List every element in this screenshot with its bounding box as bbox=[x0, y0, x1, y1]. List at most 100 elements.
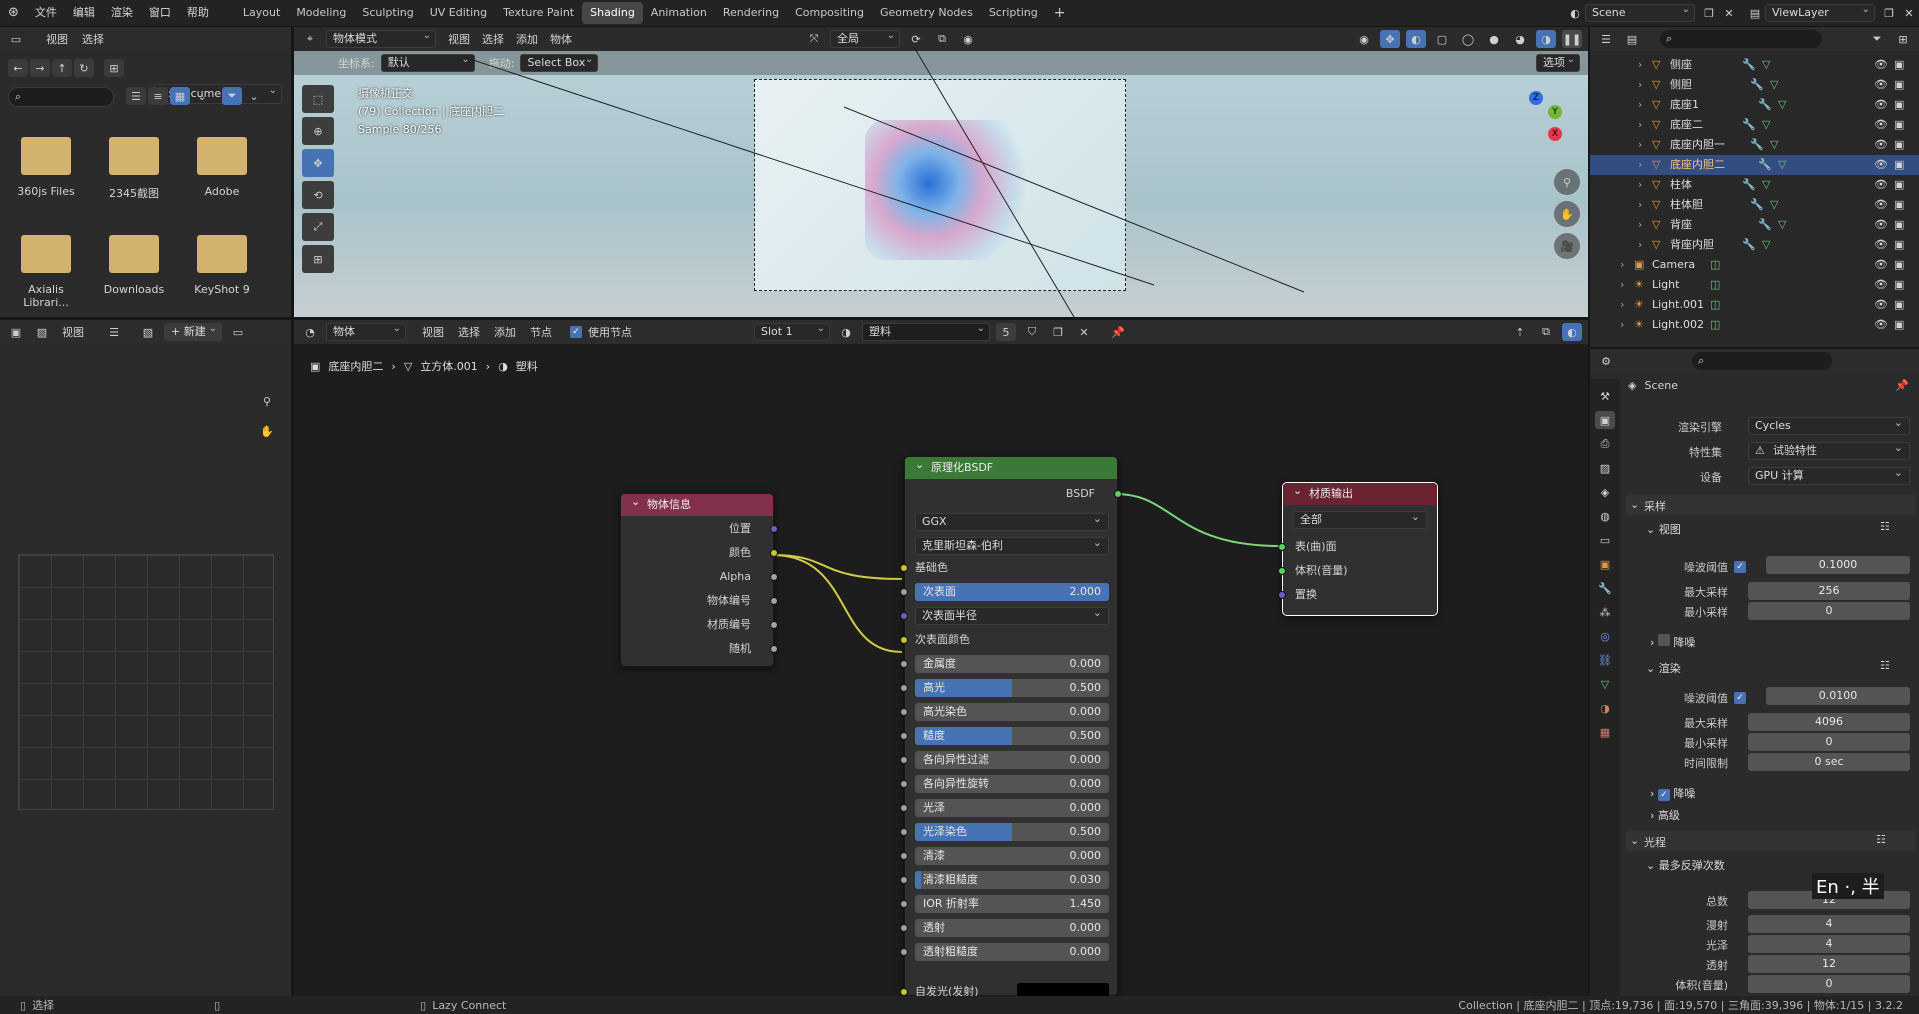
outliner-item[interactable]: › ▽ 底座内胆一 🔧 ▽ 👁 ▣ bbox=[1590, 135, 1919, 155]
base-color-socket[interactable] bbox=[900, 564, 908, 572]
outliner-item[interactable]: › ☀ Light.001 ◫ 👁 ▣ bbox=[1590, 295, 1919, 315]
file-item[interactable]: Adobe bbox=[182, 137, 262, 212]
expand-chevron-icon[interactable]: › bbox=[1638, 135, 1642, 155]
visibility-eye-icon[interactable]: 👁 bbox=[1874, 95, 1888, 115]
node-header[interactable]: 原理化BSDF bbox=[905, 454, 1117, 479]
material-output-node[interactable]: 材质输出 全部 表(曲)面 体积(音量) 置换 bbox=[1278, 480, 1438, 616]
bsdf-field[interactable]: 光泽 0.000 bbox=[915, 799, 1109, 817]
bsdf-field[interactable]: 光泽染色 0.500 bbox=[915, 823, 1109, 841]
render-camera-icon[interactable]: ▣ bbox=[1894, 75, 1904, 95]
transmission-field[interactable]: 12 bbox=[1748, 955, 1910, 973]
vp-noise-checkbox[interactable]: ✓ bbox=[1734, 561, 1746, 573]
outliner-item[interactable]: › ▽ 背座 🔧 ▽ 👁 ▣ bbox=[1590, 215, 1919, 235]
tab-uv-editing[interactable]: UV Editing bbox=[422, 2, 495, 24]
output-target-selector[interactable]: 全部 bbox=[1293, 509, 1427, 529]
expand-chevron-icon[interactable]: › bbox=[1638, 55, 1642, 75]
render-camera-icon[interactable]: ▣ bbox=[1894, 275, 1904, 295]
bsdf-field[interactable]: 透射粗糙度 0.000 bbox=[915, 943, 1109, 961]
vp-max-field[interactable]: 256 bbox=[1748, 582, 1910, 600]
lightpaths-panel-header[interactable]: ⌄ 光程 bbox=[1626, 831, 1916, 851]
expand-chevron-icon[interactable]: › bbox=[1638, 195, 1642, 215]
new-collection-icon[interactable]: ⊞ bbox=[1893, 30, 1913, 48]
subsurface-method-selector[interactable]: 克里斯坦森-伯利 bbox=[915, 535, 1109, 555]
outliner-search[interactable]: ⌕ bbox=[1660, 30, 1822, 48]
bsdf-field[interactable]: 清漆 0.000 bbox=[915, 847, 1109, 865]
max-bounces-subpanel[interactable]: ⌄ 最多反弹次数 bbox=[1646, 857, 1725, 873]
fb-menu-view[interactable]: 视图 bbox=[46, 31, 68, 47]
image-browse-icon[interactable]: ▧ bbox=[138, 323, 158, 341]
bsdf-field[interactable]: 透射 0.000 bbox=[915, 919, 1109, 937]
filter-icon[interactable]: ⏷ bbox=[1867, 30, 1887, 48]
editor-type-icon[interactable]: ⚙ bbox=[1596, 352, 1616, 370]
vp-noise-field[interactable]: 0.1000 bbox=[1766, 556, 1910, 574]
render-camera-icon[interactable]: ▣ bbox=[1894, 215, 1904, 235]
visibility-eye-icon[interactable]: 👁 bbox=[1874, 195, 1888, 215]
tab-shading[interactable]: Shading bbox=[582, 2, 643, 24]
file-item[interactable]: Axialis Librari... bbox=[6, 235, 86, 310]
outliner-item[interactable]: › ▽ 柱体胆 🔧 ▽ 👁 ▣ bbox=[1590, 195, 1919, 215]
denoise-subpanel[interactable]: › 降噪 bbox=[1650, 634, 1695, 650]
zoom-icon[interactable]: ⚲ bbox=[1554, 169, 1580, 195]
r-time-field[interactable]: 0 sec bbox=[1748, 753, 1910, 771]
new-folder-icon[interactable]: ⊞ bbox=[104, 59, 124, 77]
expand-chevron-icon[interactable]: › bbox=[1620, 295, 1624, 315]
bsdf-input-socket[interactable] bbox=[900, 732, 908, 740]
menu-edit[interactable]: 编辑 bbox=[65, 0, 103, 26]
forward-icon[interactable]: → bbox=[30, 59, 50, 77]
view-layer-selector[interactable]: ViewLayer bbox=[1765, 2, 1875, 22]
thumbnails-icon[interactable]: ▦ bbox=[170, 87, 190, 105]
file-item[interactable]: KeyShot 9 bbox=[182, 235, 262, 310]
diffuse-field[interactable]: 4 bbox=[1748, 915, 1910, 933]
bsdf-field[interactable]: 高光 0.500 bbox=[915, 679, 1109, 697]
list-horizontal-icon[interactable]: ≡ bbox=[148, 87, 168, 105]
denoise-checkbox[interactable] bbox=[1657, 634, 1670, 646]
visibility-eye-icon[interactable]: 👁 bbox=[1874, 55, 1888, 75]
material-tab-icon[interactable]: ◑ bbox=[1595, 699, 1615, 717]
list-vertical-icon[interactable]: ☰ bbox=[126, 87, 146, 105]
output-tab-icon[interactable]: ⎙ bbox=[1595, 435, 1615, 453]
render-camera-icon[interactable]: ▣ bbox=[1894, 175, 1904, 195]
outliner-item[interactable]: › ▽ 柱体 🔧 ▽ 👁 ▣ bbox=[1590, 175, 1919, 195]
expand-chevron-icon[interactable]: › bbox=[1620, 315, 1624, 335]
render-camera-icon[interactable]: ▣ bbox=[1894, 135, 1904, 155]
node-output-socket[interactable] bbox=[770, 573, 778, 581]
zoom-icon[interactable]: ⚲ bbox=[257, 392, 277, 410]
pan-hand-icon[interactable]: ✋ bbox=[1554, 201, 1580, 227]
tool-tab-icon[interactable]: ⚒ bbox=[1595, 387, 1615, 405]
viewport-subpanel[interactable]: ⌄ 视图 bbox=[1646, 521, 1681, 537]
new-image-button[interactable]: + 新建 bbox=[164, 321, 222, 341]
sampling-panel-header[interactable]: ⌄ 采样 bbox=[1626, 495, 1916, 515]
menu-file[interactable]: 文件 bbox=[27, 0, 65, 26]
camera-view-icon[interactable]: 🎥 bbox=[1554, 233, 1580, 259]
render-tab-icon[interactable]: ▣ bbox=[1595, 411, 1615, 429]
visibility-eye-icon[interactable]: 👁 bbox=[1874, 215, 1888, 235]
visibility-eye-icon[interactable]: 👁 bbox=[1874, 235, 1888, 255]
visibility-eye-icon[interactable]: 👁 bbox=[1874, 155, 1888, 175]
collection-tab-icon[interactable]: ▭ bbox=[1595, 531, 1615, 549]
outliner-item[interactable]: › ▽ 侧座 🔧 ▽ 👁 ▣ bbox=[1590, 55, 1919, 75]
add-workspace-button[interactable]: + bbox=[1046, 2, 1074, 24]
denoise2-checkbox[interactable]: ✓ bbox=[1657, 789, 1670, 801]
r-noise-checkbox[interactable]: ✓ bbox=[1734, 692, 1746, 704]
volume-field[interactable]: 0 bbox=[1748, 975, 1910, 993]
tab-geometry-nodes[interactable]: Geometry Nodes bbox=[872, 2, 981, 24]
menu-help[interactable]: 帮助 bbox=[179, 0, 217, 26]
file-item[interactable]: 2345截图 bbox=[94, 137, 174, 212]
expand-chevron-icon[interactable]: › bbox=[1638, 95, 1642, 115]
visibility-eye-icon[interactable]: 👁 bbox=[1874, 255, 1888, 275]
render-camera-icon[interactable]: ▣ bbox=[1894, 235, 1904, 255]
fb-search-input[interactable]: ⌕ bbox=[8, 87, 114, 107]
advanced-subpanel[interactable]: › 高级 bbox=[1650, 807, 1680, 823]
bsdf-field[interactable]: 各向异性旋转 0.000 bbox=[915, 775, 1109, 793]
render-subpanel[interactable]: ⌄ 渲染 bbox=[1646, 660, 1681, 676]
expand-chevron-icon[interactable]: › bbox=[1638, 75, 1642, 95]
physics-tab-icon[interactable]: ◎ bbox=[1595, 627, 1615, 645]
visibility-eye-icon[interactable]: 👁 bbox=[1874, 175, 1888, 195]
list-icon[interactable]: ☷ bbox=[1880, 520, 1890, 533]
render-camera-icon[interactable]: ▣ bbox=[1894, 155, 1904, 175]
tab-compositing[interactable]: Compositing bbox=[787, 2, 872, 24]
node-output-socket[interactable] bbox=[770, 645, 778, 653]
view-layer-icon[interactable]: ▤ bbox=[1745, 4, 1765, 22]
viewport-3d[interactable]: ⌖ 物体模式 视图 选择 添加 物体 ⤧ 全局 ⟳ ⧉ ◉ ◉ ✥ ◐ ▢ ◯ … bbox=[294, 27, 1588, 317]
bsdf-input-socket[interactable] bbox=[900, 852, 908, 860]
